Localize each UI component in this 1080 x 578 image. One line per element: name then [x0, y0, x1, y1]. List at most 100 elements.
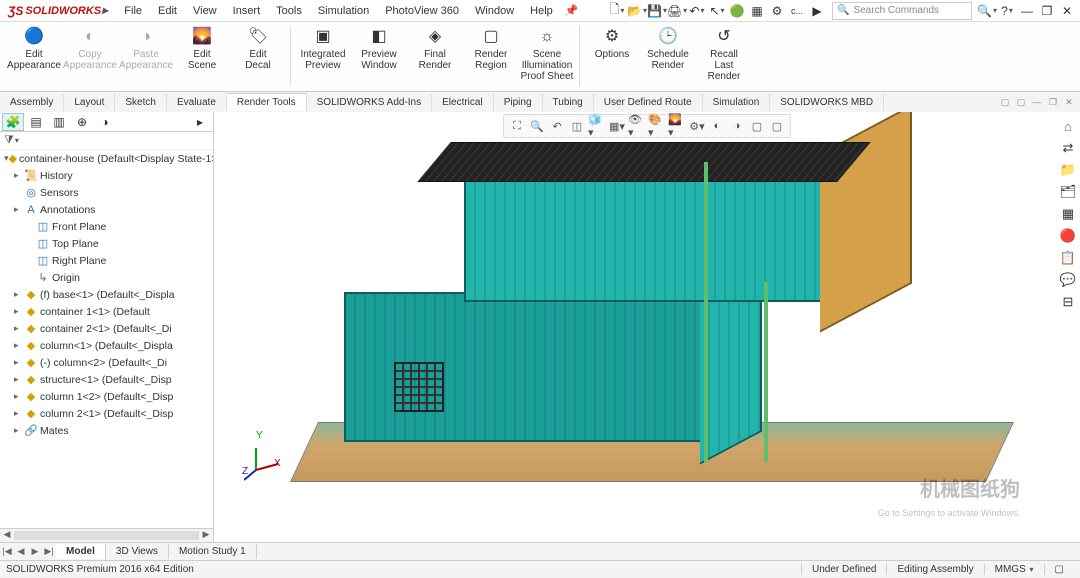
menu-edit[interactable]: Edit [150, 2, 185, 20]
menu-window[interactable]: Window [467, 2, 522, 20]
scene-illum-button[interactable]: ☼SceneIlluminationProof Sheet [519, 24, 575, 88]
tree-item[interactable]: ▸◆container 2<1> (Default<_Di [0, 320, 213, 337]
play-icon[interactable]: ▶ [808, 2, 826, 20]
fm-tab-config-icon[interactable]: ▥ [48, 113, 70, 131]
edit-scene-button[interactable]: 🌄EditScene [174, 24, 230, 88]
scroll-right-icon[interactable]: ▶ [199, 529, 213, 542]
doc-tab-motion[interactable]: Motion Study 1 [169, 544, 257, 559]
copy-appearance-button[interactable]: ◐CopyAppearance [62, 24, 118, 88]
toggle-icon[interactable]: ▸ [14, 340, 24, 351]
minimize-icon[interactable]: — [1018, 2, 1036, 20]
tree-root[interactable]: ▾ ◆ container-house (Default<Display Sta… [0, 150, 213, 167]
help-icon[interactable]: ?▾ [998, 2, 1016, 20]
doc-icon2[interactable]: ▢ [1014, 95, 1028, 109]
doc-icon[interactable]: ▢ [998, 95, 1012, 109]
toggle-icon[interactable]: ▸ [14, 289, 24, 300]
tree-item[interactable]: ▸◆container 1<1> (Default [0, 303, 213, 320]
tab-tubing[interactable]: Tubing [543, 94, 594, 111]
tree-item[interactable]: ▸◆(-) column<2> (Default<_Di [0, 354, 213, 371]
tree-item[interactable]: ◎Sensors [0, 184, 213, 201]
tab-simulation[interactable]: Simulation [703, 94, 771, 111]
scroll-thumb[interactable] [14, 531, 199, 540]
fm-tab-more-icon[interactable]: ▸ [189, 113, 211, 131]
toggle-icon[interactable]: ▸ [14, 204, 24, 215]
explorer-icon[interactable]: 🗂 [1058, 182, 1078, 202]
filter-row[interactable]: ⧩▾ [0, 132, 213, 150]
tab-addins[interactable]: SOLIDWORKS Add-Ins [307, 94, 432, 111]
status-units[interactable]: MMGS ▾ [984, 564, 1044, 575]
doc-tab-left-icon[interactable]: ◀ [14, 546, 28, 557]
doc-min-icon[interactable]: — [1030, 95, 1044, 109]
toggle-icon[interactable]: ▸ [14, 391, 24, 402]
toggle-icon[interactable]: ▸ [14, 408, 24, 419]
shortcut-text[interactable]: c... [788, 2, 806, 20]
tab-piping[interactable]: Piping [494, 94, 543, 111]
paste-appearance-button[interactable]: ◑PasteAppearance [118, 24, 174, 88]
orientation-triad[interactable]: Y X Z [244, 442, 284, 482]
doc-tab-model[interactable]: Model [56, 544, 106, 559]
tab-evaluate[interactable]: Evaluate [167, 94, 227, 111]
fm-tab-display-icon[interactable]: ◑ [94, 113, 116, 131]
toggle-icon[interactable]: ▸ [14, 425, 24, 436]
toggle-icon[interactable]: ▸ [14, 357, 24, 368]
tab-render-tools[interactable]: Render Tools [227, 93, 307, 111]
toggle-icon[interactable]: ▸ [14, 374, 24, 385]
tab-assembly[interactable]: Assembly [0, 94, 64, 111]
doc-tab-3dviews[interactable]: 3D Views [106, 544, 169, 559]
toggle-icon[interactable]: ▸ [14, 170, 24, 181]
render-region-button[interactable]: ▢RenderRegion [463, 24, 519, 88]
menu-file[interactable]: File [116, 2, 150, 20]
schedule-render-button[interactable]: 🕒ScheduleRender [640, 24, 696, 88]
doc-tab-prev-icon[interactable]: |◀ [0, 546, 14, 557]
rebuild-icon[interactable]: 🟢 [728, 2, 746, 20]
tab-mbd[interactable]: SOLIDWORKS MBD [770, 94, 884, 111]
pin-icon[interactable]: 📌 [561, 4, 583, 17]
tab-sketch[interactable]: Sketch [115, 94, 167, 111]
tree-item[interactable]: ◫Top Plane [0, 235, 213, 252]
appearances-icon[interactable]: 🔴 [1058, 226, 1078, 246]
final-render-button[interactable]: ◈FinalRender [407, 24, 463, 88]
library-icon[interactable]: 📁 [1058, 160, 1078, 180]
recall-last-button[interactable]: ↺RecallLastRender [696, 24, 752, 88]
tree-item[interactable]: ▸🔗Mates [0, 422, 213, 439]
new-icon[interactable]: 🗋▾ [608, 2, 626, 20]
search-go-icon[interactable]: 🔍▾ [978, 2, 996, 20]
tab-layout[interactable]: Layout [64, 94, 115, 111]
menu-photoview[interactable]: PhotoView 360 [377, 2, 467, 20]
home-icon[interactable]: ⌂ [1058, 116, 1078, 136]
tree-item[interactable]: ▸◆structure<1> (Default<_Disp [0, 371, 213, 388]
menu-view[interactable]: View [185, 2, 225, 20]
toggle-icon[interactable]: ▸ [14, 323, 24, 334]
menu-tools[interactable]: Tools [268, 2, 310, 20]
search-commands-input[interactable]: 🔍 Search Commands [832, 2, 972, 20]
gear-icon[interactable]: ⚙ [768, 2, 786, 20]
open-icon[interactable]: 📂▾ [628, 2, 646, 20]
close-icon[interactable]: ✕ [1058, 2, 1076, 20]
options-icon[interactable]: ▦ [748, 2, 766, 20]
doc-close-icon[interactable]: ✕ [1062, 95, 1076, 109]
toggle-icon[interactable]: ▸ [14, 306, 24, 317]
tree-item[interactable]: ▸◆column 2<1> (Default<_Disp [0, 405, 213, 422]
tree-item[interactable]: ↳Origin [0, 269, 213, 286]
preview-window-button[interactable]: ◧PreviewWindow [351, 24, 407, 88]
options-button[interactable]: ⚙Options [584, 24, 640, 88]
edit-appearance-button[interactable]: 🔵EditAppearance [6, 24, 62, 88]
status-extra-icon[interactable]: ▢ [1044, 564, 1074, 575]
menu-help[interactable]: Help [522, 2, 561, 20]
doc-tab-right-icon[interactable]: ▶ [28, 546, 42, 557]
view-palette-icon[interactable]: ▦ [1058, 204, 1078, 224]
tree-item[interactable]: ▸◆column<1> (Default<_Displa [0, 337, 213, 354]
tab-udr[interactable]: User Defined Route [594, 94, 703, 111]
tree-item[interactable]: ▸◆(f) base<1> (Default<_Displa [0, 286, 213, 303]
h-scrollbar[interactable]: ◀ ▶ [0, 528, 213, 542]
menu-simulation[interactable]: Simulation [310, 2, 377, 20]
chevron-right-icon[interactable]: ▶ [102, 6, 108, 15]
edit-decal-button[interactable]: 🏷EditDecal [230, 24, 286, 88]
fm-tab-tree-icon[interactable]: 🧩 [2, 113, 24, 131]
save-icon[interactable]: 💾▾ [648, 2, 666, 20]
more-icon[interactable]: ⊟ [1058, 292, 1078, 312]
resources-icon[interactable]: ⇄ [1058, 138, 1078, 158]
scroll-left-icon[interactable]: ◀ [0, 529, 14, 542]
integrated-preview-button[interactable]: ▣IntegratedPreview [295, 24, 351, 88]
fm-tab-prop-icon[interactable]: ▤ [25, 113, 47, 131]
